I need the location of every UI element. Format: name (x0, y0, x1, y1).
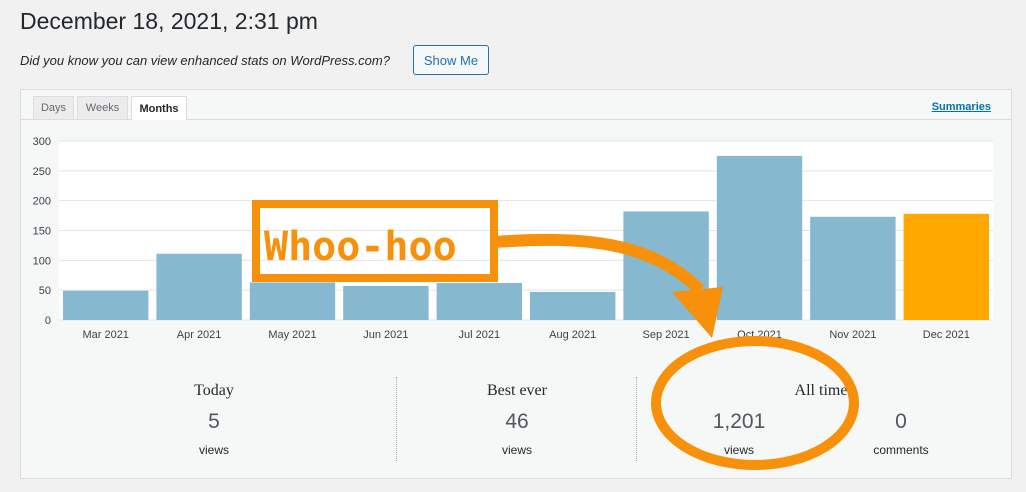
bar (436, 283, 522, 320)
x-tick-label: Oct 2021 (737, 329, 782, 341)
x-tick-label: May 2021 (268, 329, 316, 341)
x-tick-label: Dec 2021 (923, 329, 970, 341)
bar (249, 282, 336, 320)
y-tick-label: 150 (33, 226, 51, 238)
y-tick-label: 250 (33, 166, 51, 178)
x-tick-label: Sep 2021 (643, 329, 690, 341)
y-tick-label: 100 (33, 255, 51, 267)
bar (63, 290, 149, 320)
x-tick-label: Mar 2021 (82, 329, 128, 341)
bar (156, 253, 242, 320)
x-tick-label: Jun 2021 (363, 329, 408, 341)
x-tick-label: Aug 2021 (549, 329, 596, 341)
x-tick-label: Nov 2021 (829, 329, 876, 341)
y-tick-label: 0 (45, 315, 51, 327)
y-tick-label: 50 (39, 285, 51, 297)
bar (530, 291, 616, 320)
bar (716, 155, 803, 320)
y-tick-label: 300 (33, 136, 51, 148)
bar (903, 213, 989, 320)
x-tick-label: Apr 2021 (177, 329, 222, 341)
monthly-views-chart: 0 50 100 150 200 250 300 Mar 2021 Apr 2021 May 20… (33, 136, 993, 341)
x-tick-label: Jul 2021 (459, 329, 501, 341)
y-tick-label: 200 (33, 196, 51, 208)
bar (343, 285, 429, 320)
bar (623, 211, 709, 320)
bar (810, 216, 896, 320)
